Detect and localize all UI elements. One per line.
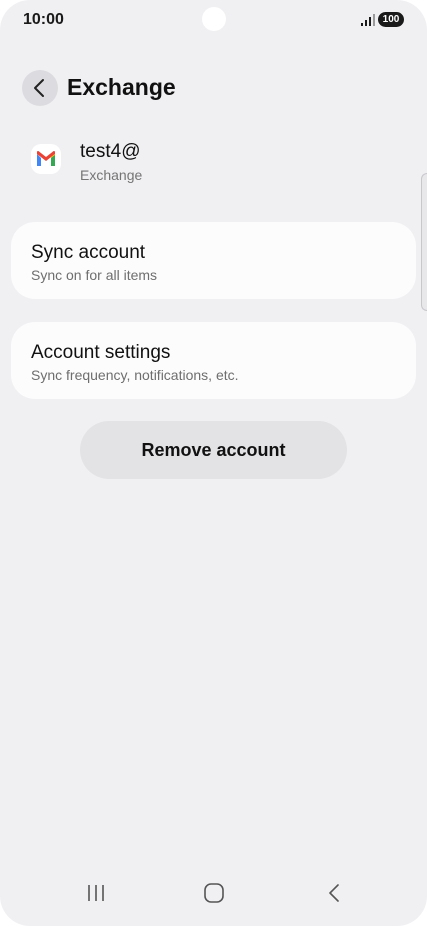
home-icon[interactable] (203, 882, 225, 904)
account-info: test4@ Exchange (31, 138, 427, 188)
account-type: Exchange (80, 167, 143, 183)
remove-account-button[interactable]: Remove account (80, 421, 347, 479)
camera-cutout (202, 7, 226, 31)
edge-panel-handle[interactable] (421, 173, 427, 311)
navigation-bar (0, 866, 427, 926)
chevron-left-icon (34, 79, 44, 97)
back-button[interactable] (22, 70, 58, 106)
header: Exchange (22, 70, 427, 106)
battery-icon: 100 (378, 12, 404, 27)
sync-account-subtitle: Sync on for all items (31, 267, 158, 283)
gmail-icon (31, 144, 61, 174)
status-bar: 10:00 100 (0, 0, 427, 44)
back-icon[interactable] (325, 882, 345, 904)
signal-icon (361, 14, 375, 26)
account-settings-card[interactable]: Account settings Sync frequency, notific… (11, 322, 416, 399)
sync-account-title: Sync account (31, 242, 146, 263)
status-time: 10:00 (23, 11, 64, 28)
recent-apps-icon[interactable] (86, 882, 106, 904)
page-title: Exchange (67, 74, 176, 100)
account-settings-subtitle: Sync frequency, notifications, etc. (31, 367, 239, 383)
account-settings-title: Account settings (31, 342, 171, 363)
sync-account-card[interactable]: Sync account Sync on for all items (11, 222, 416, 299)
screen: 10:00 100 Exchange test4@ Exchange Sync … (0, 0, 427, 926)
account-name: test4@ (80, 141, 141, 162)
